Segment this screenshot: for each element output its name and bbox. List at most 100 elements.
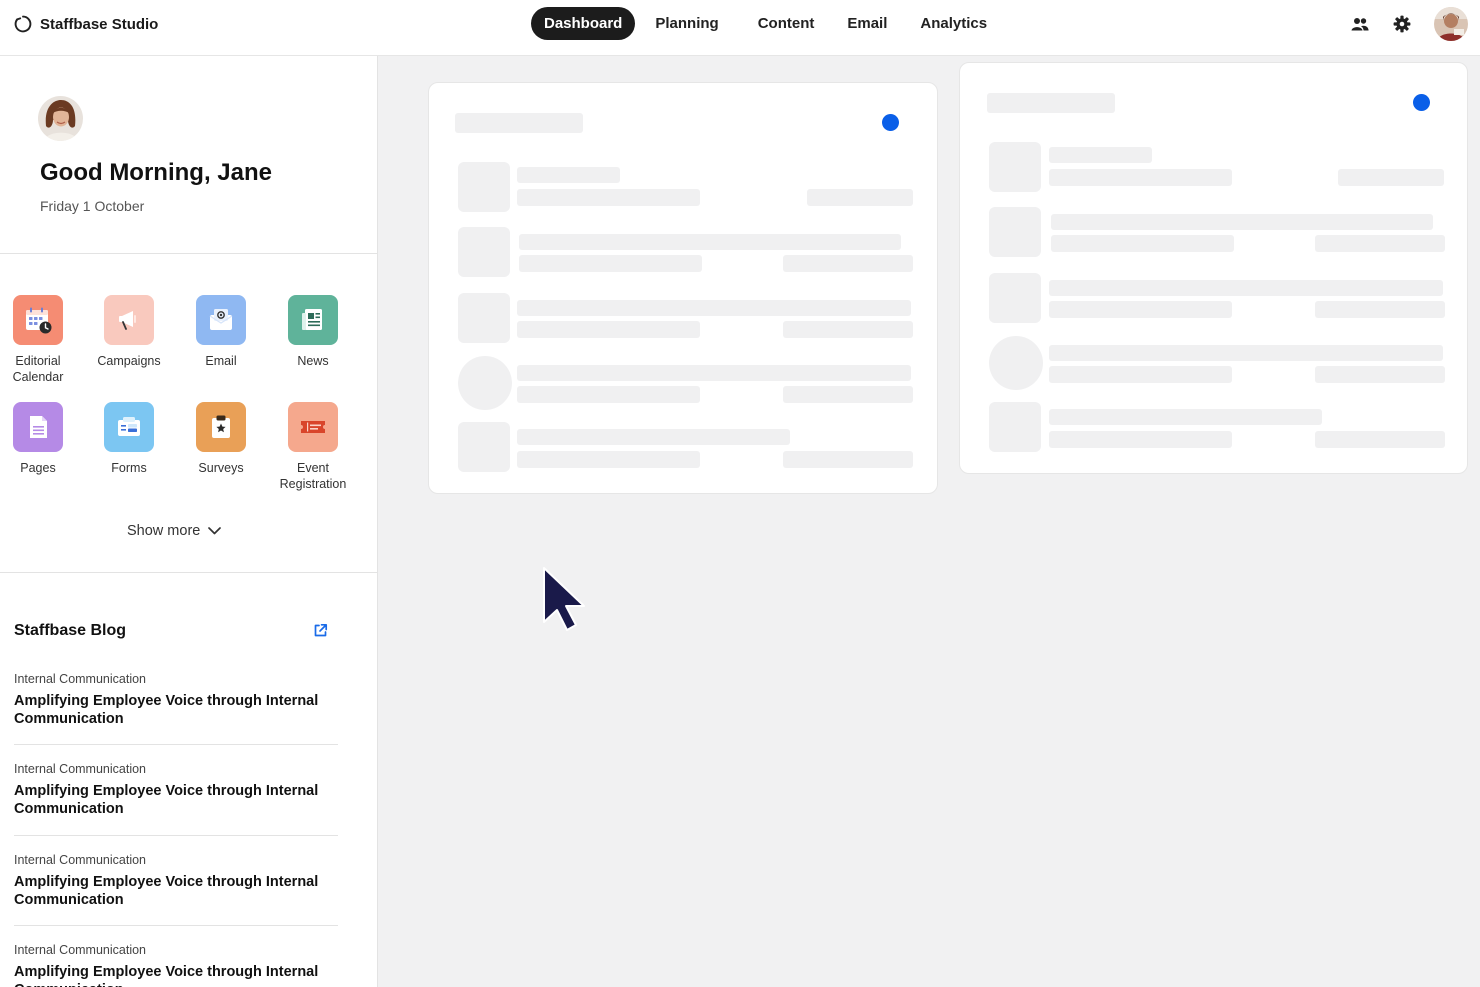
- blog-item[interactable]: Internal Communication Amplifying Employ…: [14, 672, 338, 745]
- page-icon: [13, 402, 63, 452]
- skeleton-line: [1049, 431, 1232, 448]
- skeleton-card-2: [959, 62, 1468, 474]
- profile-avatar[interactable]: [1434, 7, 1468, 41]
- blog-item-headline: Amplifying Employee Voice through Intern…: [14, 874, 319, 908]
- blog-item[interactable]: Internal Communication Amplifying Employ…: [14, 762, 338, 836]
- app-forms[interactable]: Forms: [83, 402, 175, 476]
- skeleton-thumbnail: [458, 227, 510, 277]
- show-more-button[interactable]: Show more: [127, 523, 222, 539]
- blog-item-category: Internal Communication: [14, 762, 147, 776]
- skeleton-line: [1049, 147, 1152, 163]
- megaphone-icon: [104, 295, 154, 345]
- app-label: Email: [205, 354, 237, 368]
- skeleton-thumbnail: [458, 162, 510, 212]
- skeleton-thumbnail: [989, 273, 1041, 323]
- greeting-panel: Good Morning, Jane Friday 1 October: [0, 56, 377, 254]
- app-campaigns[interactable]: Campaigns: [83, 295, 175, 369]
- email-at-icon: [196, 295, 246, 345]
- staffbase-logo-icon: [14, 15, 32, 33]
- blog-item[interactable]: Internal Communication Amplifying Employ…: [14, 853, 338, 926]
- users-icon[interactable]: [1350, 14, 1370, 34]
- main-nav: Dashboard Planning Content Email Analyti…: [531, 7, 1007, 40]
- skeleton-line: [517, 189, 700, 206]
- app-news[interactable]: News: [267, 295, 359, 369]
- app-label: Pages: [20, 461, 56, 475]
- app-pages[interactable]: Pages: [0, 402, 84, 476]
- skeleton-line: [517, 300, 911, 316]
- blog-item-headline: Amplifying Employee Voice through Intern…: [14, 964, 319, 987]
- greeting-title: Good Morning, Jane: [40, 159, 272, 186]
- skeleton-line: [1315, 235, 1445, 252]
- sidebar: Good Morning, Jane Friday 1 October Edit…: [0, 56, 378, 987]
- skeleton-line: [1315, 431, 1445, 448]
- blog-item[interactable]: Internal Communication Amplifying Employ…: [14, 943, 338, 987]
- skeleton-line: [1049, 280, 1443, 296]
- skeleton-thumbnail: [458, 422, 510, 472]
- brand[interactable]: Staffbase Studio: [14, 14, 158, 34]
- skeleton-line: [517, 451, 700, 468]
- blog-title: Staffbase Blog: [14, 622, 127, 639]
- skeleton-line: [517, 167, 620, 183]
- blog-item-category: Internal Communication: [14, 943, 147, 957]
- skeleton-card-title: [987, 93, 1115, 113]
- tab-content[interactable]: Content: [745, 7, 828, 40]
- app-label: Event Registration: [279, 461, 347, 491]
- show-more-label: Show more: [127, 523, 201, 539]
- blog-item-category: Internal Communication: [14, 853, 147, 867]
- skeleton-line: [517, 386, 700, 403]
- blog-item-category: Internal Communication: [14, 672, 147, 686]
- calendar-clock-icon: [13, 295, 63, 345]
- app-label: News: [297, 354, 329, 368]
- gear-icon[interactable]: [1392, 14, 1412, 34]
- app-label: Surveys: [198, 461, 244, 475]
- skeleton-line: [1049, 169, 1232, 186]
- blog-item-headline: Amplifying Employee Voice through Intern…: [14, 693, 319, 727]
- tab-dashboard[interactable]: Dashboard: [531, 7, 636, 40]
- apps-grid: Editorial Calendar Campaigns Email News …: [0, 255, 377, 573]
- app-email[interactable]: Email: [175, 295, 267, 369]
- top-bar: Staffbase Studio Dashboard Planning Cont…: [0, 0, 1480, 56]
- app-event-registration[interactable]: Event Registration: [267, 402, 359, 492]
- tab-email[interactable]: Email: [834, 7, 900, 40]
- blog-panel: Staffbase Blog Internal Communication Am…: [0, 574, 377, 987]
- ticket-icon: [288, 402, 338, 452]
- skeleton-thumbnail: [458, 293, 510, 343]
- skeleton-avatar: [989, 336, 1043, 390]
- app-editorial-calendar[interactable]: Editorial Calendar: [0, 295, 84, 385]
- mouse-cursor-icon: [543, 567, 585, 631]
- app-label: Editorial Calendar: [12, 354, 64, 384]
- skeleton-thumbnail: [989, 402, 1041, 452]
- greeting-date: Friday 1 October: [40, 198, 145, 214]
- header-actions: [1350, 7, 1468, 41]
- skeleton-avatar: [458, 356, 512, 410]
- app-title: Staffbase Studio: [40, 15, 159, 33]
- skeleton-line: [783, 321, 913, 338]
- loading-indicator-dot: [882, 114, 899, 131]
- tab-planning[interactable]: Planning: [642, 7, 731, 40]
- skeleton-line: [783, 451, 913, 468]
- app-label: Forms: [111, 461, 147, 475]
- skeleton-line: [1049, 366, 1232, 383]
- skeleton-line: [1049, 301, 1232, 318]
- tab-analytics[interactable]: Analytics: [907, 7, 1000, 40]
- user-avatar: [38, 96, 83, 141]
- app-surveys[interactable]: Surveys: [175, 402, 267, 476]
- skeleton-thumbnail: [989, 142, 1041, 192]
- skeleton-line: [519, 234, 901, 250]
- skeleton-card-1: [428, 82, 938, 494]
- skeleton-line: [807, 189, 913, 206]
- skeleton-line: [1315, 301, 1445, 318]
- blog-item-headline: Amplifying Employee Voice through Intern…: [14, 783, 319, 817]
- skeleton-line: [1315, 366, 1445, 383]
- chevron-down-icon: [208, 527, 222, 535]
- skeleton-thumbnail: [989, 207, 1041, 257]
- form-icon: [104, 402, 154, 452]
- skeleton-line: [519, 255, 702, 272]
- app-label: Campaigns: [97, 354, 161, 368]
- skeleton-line: [1051, 214, 1433, 230]
- newspaper-icon: [288, 295, 338, 345]
- skeleton-line: [1338, 169, 1444, 186]
- external-link-icon[interactable]: [313, 623, 328, 638]
- skeleton-line: [1051, 235, 1234, 252]
- skeleton-line: [783, 386, 913, 403]
